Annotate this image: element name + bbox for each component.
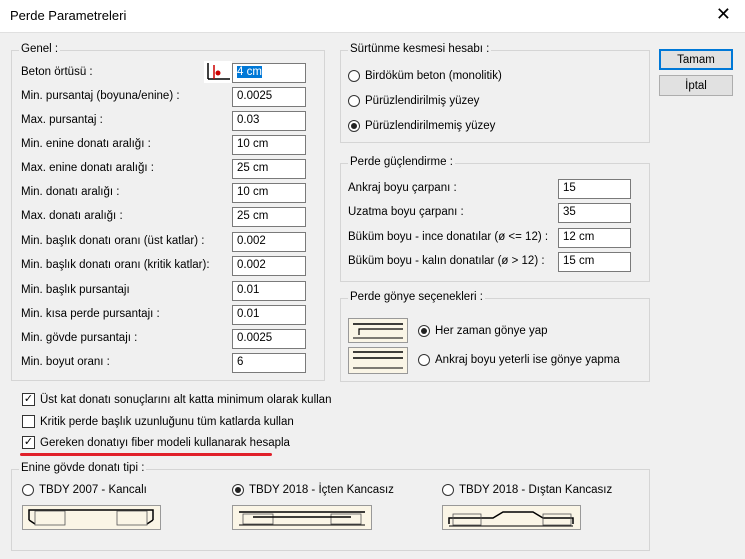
uzatma-carpani-label: Uzatma boyu çarpanı :	[348, 206, 464, 218]
radio-label: TBDY 2018 - Dıştan Kancasız	[459, 484, 613, 496]
min-pursantaj-label: Min. pursantaj (boyuna/enine) :	[21, 90, 180, 102]
title-bar: Perde Parametreleri ✕	[0, 0, 745, 33]
min-enine-donati-araligi-input[interactable]: 10 cm	[232, 135, 306, 155]
bukum-kalin-input[interactable]: 15 cm	[558, 252, 631, 272]
radio-button[interactable]	[348, 70, 360, 82]
checkbox-label: Üst kat donatı sonuçlarını alt katta min…	[40, 393, 332, 406]
gonye-diagram-1	[348, 318, 408, 343]
radio-button[interactable]	[418, 354, 430, 366]
bukum-ince-label: Büküm boyu - ince donatılar (ø <= 12) :	[348, 231, 549, 243]
puruzlendirilmemis-radio[interactable]: Pürüzlendirilmemiş yüzey	[348, 120, 495, 132]
max-pursantaj-label: Max. pursantaj :	[21, 114, 103, 126]
radio-label: TBDY 2018 - İçten Kancasız	[249, 484, 394, 496]
max-pursantaj-input[interactable]: 0.03	[232, 111, 306, 131]
checkbox-label: Gereken donatıyı fiber modeli kullanarak…	[40, 436, 290, 449]
uzatma-carpani-input[interactable]: 35	[558, 203, 631, 223]
gonye-title: Perde gönye seçenekleri :	[348, 291, 485, 303]
min-boyut-orani-label: Min. boyut oranı :	[21, 356, 110, 368]
ok-button[interactable]: Tamam	[659, 49, 733, 70]
beton-ortusu-input[interactable]: 4 cm	[232, 63, 306, 83]
tbdy2018-icten-radio[interactable]: TBDY 2018 - İçten Kancasız	[232, 484, 394, 496]
min-kisa-perde-pursantaji-input[interactable]: 0.01	[232, 305, 306, 325]
min-pursantaj-input[interactable]: 0.0025	[232, 87, 306, 107]
min-boyut-orani-input[interactable]: 6	[232, 353, 306, 373]
radio-label: Ankraj boyu yeterli ise gönye yapma	[435, 354, 620, 366]
max-donati-araligi-label: Max. donatı aralığı :	[21, 210, 123, 222]
tbdy2018-distan-radio[interactable]: TBDY 2018 - Dıştan Kancasız	[442, 484, 612, 496]
cover-diagram-icon	[204, 61, 232, 83]
min-baslik-orani-kritik-input[interactable]: 0.002	[232, 256, 306, 276]
min-baslik-pursantaji-label: Min. başlık pursantajı	[21, 284, 130, 296]
min-baslik-orani-kritik-label: Min. başlık donatı oranı (kritik katlar)…	[21, 259, 210, 271]
checkbox-label: Kritik perde başlık uzunluğunu tüm katla…	[40, 415, 294, 428]
radio-label: Her zaman gönye yap	[435, 325, 548, 337]
min-kisa-perde-pursantaji-label: Min. kısa perde pursantajı :	[21, 308, 160, 320]
govde-diagram-2	[232, 505, 372, 530]
guclendirme-title: Perde güçlendirme :	[348, 156, 455, 168]
govde-diagram-1	[22, 505, 161, 530]
checkbox-box[interactable]	[22, 415, 35, 428]
max-enine-donati-araligi-label: Max. enine donatı aralığı :	[21, 162, 154, 174]
genel-title: Genel :	[19, 43, 61, 55]
her-zaman-gonye-radio[interactable]: Her zaman gönye yap	[418, 325, 548, 337]
cancel-button[interactable]: İptal	[659, 75, 733, 96]
min-baslik-pursantaji-input[interactable]: 0.01	[232, 281, 306, 301]
window-title: Perde Parametreleri	[10, 8, 127, 23]
checkbox-box[interactable]: ✓	[22, 436, 35, 449]
min-enine-donati-araligi-label: Min. enine donatı aralığı :	[21, 138, 151, 150]
birdokum-radio[interactable]: Birdöküm beton (monolitik)	[348, 70, 502, 82]
bukum-ince-input[interactable]: 12 cm	[558, 228, 631, 248]
ankraj-carpani-input[interactable]: 15	[558, 179, 631, 199]
govde-title: Enine gövde donatı tipi :	[19, 462, 147, 474]
ankraj-carpani-label: Ankraj boyu çarpanı :	[348, 182, 457, 194]
tbdy2007-kancali-radio[interactable]: TBDY 2007 - Kancalı	[22, 484, 147, 496]
surtunme-title: Sürtünme kesmesi hesabı :	[348, 43, 492, 55]
annotation-underline	[20, 453, 272, 456]
ankraj-gonye-yapma-radio[interactable]: Ankraj boyu yeterli ise gönye yapma	[418, 354, 620, 366]
min-govde-pursantaji-label: Min. gövde pursantajı :	[21, 332, 138, 344]
min-govde-pursantaji-input[interactable]: 0.0025	[232, 329, 306, 349]
radio-button[interactable]	[442, 484, 454, 496]
radio-button[interactable]	[232, 484, 244, 496]
radio-label: Pürüzlendirilmemiş yüzey	[365, 120, 496, 132]
min-baslik-orani-ust-input[interactable]: 0.002	[232, 232, 306, 252]
radio-label: Pürüzlendirilmiş yüzey	[365, 95, 480, 107]
ust-kat-checkbox[interactable]: ✓ Üst kat donatı sonuçlarını alt katta mi…	[22, 393, 331, 406]
radio-label: Birdöküm beton (monolitik)	[365, 70, 502, 82]
radio-button[interactable]	[418, 325, 430, 337]
min-baslik-orani-ust-label: Min. başlık donatı oranı (üst katlar) :	[21, 235, 205, 247]
beton-ortusu-label: Beton örtüsü :	[21, 66, 93, 78]
radio-button[interactable]	[348, 95, 360, 107]
min-donati-araligi-input[interactable]: 10 cm	[232, 183, 306, 203]
bukum-kalin-label: Büküm boyu - kalın donatılar (ø > 12) :	[348, 255, 545, 267]
min-donati-araligi-label: Min. donatı aralığı :	[21, 186, 120, 198]
radio-label: TBDY 2007 - Kancalı	[39, 484, 147, 496]
kritik-perde-checkbox[interactable]: Kritik perde başlık uzunluğunu tüm katla…	[22, 415, 294, 428]
fiber-modeli-checkbox[interactable]: ✓ Gereken donatıyı fiber modeli kullanara…	[22, 436, 290, 449]
radio-button[interactable]	[348, 120, 360, 132]
max-donati-araligi-input[interactable]: 25 cm	[232, 207, 306, 227]
puruzlendirilmis-radio[interactable]: Pürüzlendirilmiş yüzey	[348, 95, 479, 107]
close-icon[interactable]: ✕	[716, 4, 731, 25]
selected-text: 4 cm	[237, 66, 262, 78]
gonye-diagram-2	[348, 347, 408, 374]
radio-button[interactable]	[22, 484, 34, 496]
max-enine-donati-araligi-input[interactable]: 25 cm	[232, 159, 306, 179]
govde-diagram-3	[442, 505, 581, 530]
checkbox-box[interactable]: ✓	[22, 393, 35, 406]
